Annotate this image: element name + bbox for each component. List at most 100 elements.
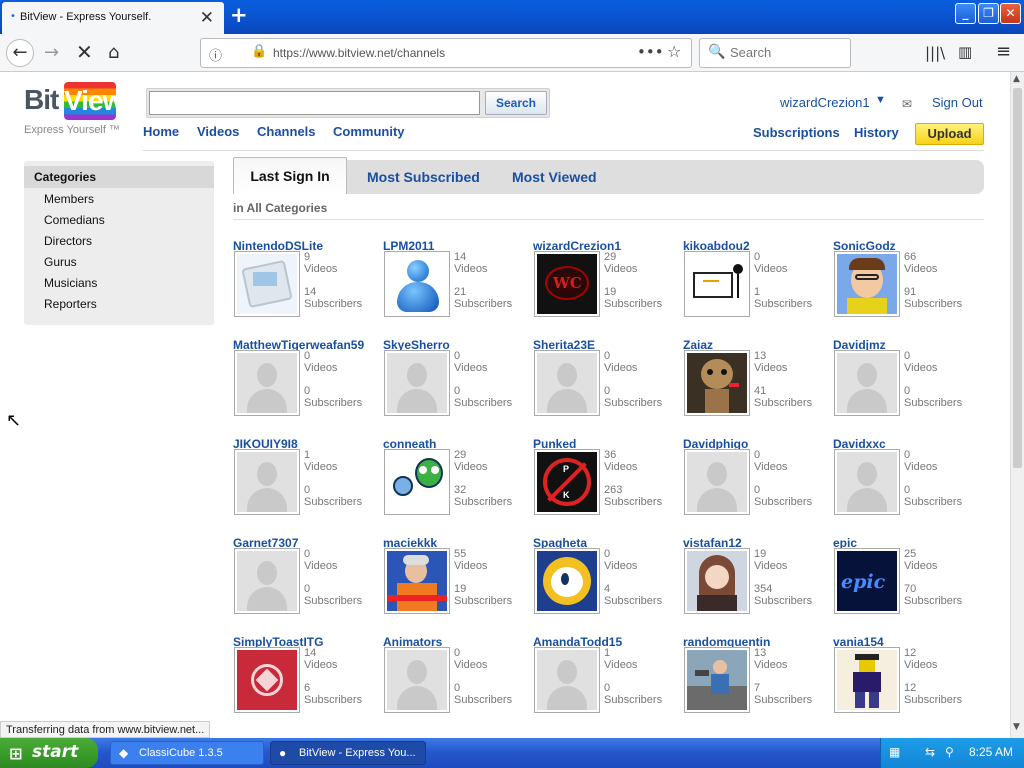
taskbar-firefox[interactable]: ● BitView - Express You... <box>270 741 426 765</box>
category-comedians[interactable]: Comedians <box>44 213 105 227</box>
task-label: BitView - Express You... <box>299 747 416 759</box>
username[interactable]: wizardCrezion1 <box>780 95 870 110</box>
scrollbar-thumb[interactable] <box>1013 88 1022 468</box>
channel-thumbnail[interactable] <box>384 548 450 614</box>
channel-thumbnail[interactable] <box>684 350 750 416</box>
nav-community[interactable]: Community <box>333 124 405 139</box>
mail-icon[interactable]: ✉ <box>902 97 912 111</box>
subscriber-count: 4 <box>604 583 611 595</box>
close-tab-icon[interactable]: ✕ <box>200 8 214 28</box>
home-icon[interactable]: ⌂ <box>108 42 119 63</box>
video-count: 36 <box>604 449 617 461</box>
page-actions-icon[interactable]: ••• <box>637 43 664 61</box>
browser-tab[interactable]: • BitView - Express Yourself. ✕ <box>2 2 224 34</box>
channel-thumbnail[interactable] <box>834 449 900 515</box>
sign-out-link[interactable]: Sign Out <box>932 95 983 110</box>
keyboard-icon[interactable]: ▦ <box>889 745 900 759</box>
hamburger-menu-icon[interactable]: ≡ <box>996 41 1011 62</box>
channel-thumbnail[interactable] <box>834 647 900 713</box>
forward-icon[interactable]: → <box>44 42 59 63</box>
channel-thumbnail[interactable] <box>234 350 300 416</box>
channel-card: epic epic 25 Videos 70 Subscribers <box>833 536 983 636</box>
category-reporters[interactable]: Reporters <box>44 297 97 311</box>
chevron-down-icon[interactable]: ▼ <box>875 94 886 106</box>
channel-thumbnail[interactable] <box>834 251 900 317</box>
minimize-button[interactable]: _ <box>955 3 976 24</box>
videos-label: Videos <box>754 461 788 473</box>
video-count: 0 <box>754 449 761 461</box>
site-search: Search <box>146 88 550 118</box>
site-search-input[interactable] <box>149 91 480 115</box>
subscribers-label: Subscribers <box>604 496 663 508</box>
channel-thumbnail[interactable] <box>534 350 600 416</box>
stop-loading-icon[interactable]: ✕ <box>76 40 93 64</box>
channel-thumbnail[interactable] <box>234 251 300 317</box>
video-count: 0 <box>304 350 311 362</box>
video-count: 0 <box>454 350 461 362</box>
library-icon[interactable]: |||\ <box>925 44 945 62</box>
subscribers-label: Subscribers <box>304 496 363 508</box>
channel-thumbnail[interactable]: epic <box>834 548 900 614</box>
channel-thumbnail[interactable] <box>684 548 750 614</box>
tab-most-viewed[interactable]: Most Viewed <box>512 169 597 185</box>
network-icon[interactable]: ⇆ <box>925 745 935 759</box>
category-gurus[interactable]: Gurus <box>44 255 77 269</box>
videos-label: Videos <box>604 560 638 572</box>
channel-thumbnail[interactable] <box>834 350 900 416</box>
nav-videos[interactable]: Videos <box>197 124 239 139</box>
subscribers-label: Subscribers <box>754 694 813 706</box>
back-icon[interactable]: ← <box>6 39 34 67</box>
nav-home[interactable]: Home <box>143 124 179 139</box>
sidebar-icon[interactable]: ▥ <box>958 43 972 61</box>
channel-thumbnail[interactable] <box>684 449 750 515</box>
channel-thumbnail[interactable] <box>234 647 300 713</box>
channel-thumbnail[interactable] <box>534 647 600 713</box>
videos-label: Videos <box>454 263 488 275</box>
channel-thumbnail[interactable] <box>384 449 450 515</box>
bookmark-star-icon[interactable]: ☆ <box>667 42 681 61</box>
category-musicians[interactable]: Musicians <box>44 276 97 290</box>
upload-button[interactable]: Upload <box>915 123 984 145</box>
taskbar-classicube[interactable]: ◆ ClassiCube 1.3.5 <box>110 741 264 765</box>
channel-thumbnail[interactable] <box>384 251 450 317</box>
url-bar[interactable]: ⓘ 🔒 https://www.bitview.net/channels •••… <box>200 38 692 68</box>
channel-thumbnail[interactable] <box>234 449 300 515</box>
channel-thumbnail[interactable] <box>684 647 750 713</box>
tab-most-subscribed[interactable]: Most Subscribed <box>367 169 480 185</box>
videos-label: Videos <box>904 263 938 275</box>
channel-thumbnail[interactable] <box>534 548 600 614</box>
channel-thumbnail[interactable] <box>384 350 450 416</box>
history-link[interactable]: History <box>854 125 899 140</box>
browser-search-input[interactable] <box>730 45 842 60</box>
close-window-button[interactable]: ✕ <box>1000 3 1021 24</box>
bitview-page: Bit View Express Yourself ™ Search Home … <box>0 72 1010 738</box>
subscribers-label: Subscribers <box>904 397 963 409</box>
videos-label: Videos <box>454 362 488 374</box>
videos-label: Videos <box>904 461 938 473</box>
search-tray-icon[interactable]: ⚲ <box>945 745 954 759</box>
subscriptions-link[interactable]: Subscriptions <box>753 125 840 140</box>
user-menu[interactable]: wizardCrezion1 ▼ <box>780 94 886 110</box>
site-search-button[interactable]: Search <box>485 91 547 115</box>
new-tab-icon[interactable]: + <box>230 3 248 27</box>
channel-thumbnail[interactable]: PK <box>534 449 600 515</box>
nav-channels[interactable]: Channels <box>257 124 316 139</box>
scroll-down-icon[interactable]: ▼ <box>1013 722 1020 732</box>
site-info-icon[interactable]: ⓘ <box>209 45 222 64</box>
category-members[interactable]: Members <box>44 192 94 206</box>
start-button[interactable]: ⊞ start <box>0 738 98 768</box>
channel-thumbnail[interactable] <box>234 548 300 614</box>
subscriber-count: 1 <box>754 286 761 298</box>
browser-search-box[interactable]: 🔍 <box>699 38 851 68</box>
maximize-button[interactable]: ❐ <box>978 3 999 24</box>
channel-thumbnail[interactable]: WC <box>534 251 600 317</box>
subscriber-count: 6 <box>304 682 311 694</box>
page-scrollbar[interactable]: ▲ ▼ <box>1010 72 1024 738</box>
channel-thumbnail[interactable] <box>684 251 750 317</box>
video-count: 25 <box>904 548 917 560</box>
tab-last-sign-in[interactable]: Last Sign In <box>233 157 347 194</box>
channel-thumbnail[interactable] <box>384 647 450 713</box>
url-text[interactable]: https://www.bitview.net/channels <box>273 46 445 60</box>
category-directors[interactable]: Directors <box>44 234 92 248</box>
scroll-up-icon[interactable]: ▲ <box>1013 74 1020 84</box>
